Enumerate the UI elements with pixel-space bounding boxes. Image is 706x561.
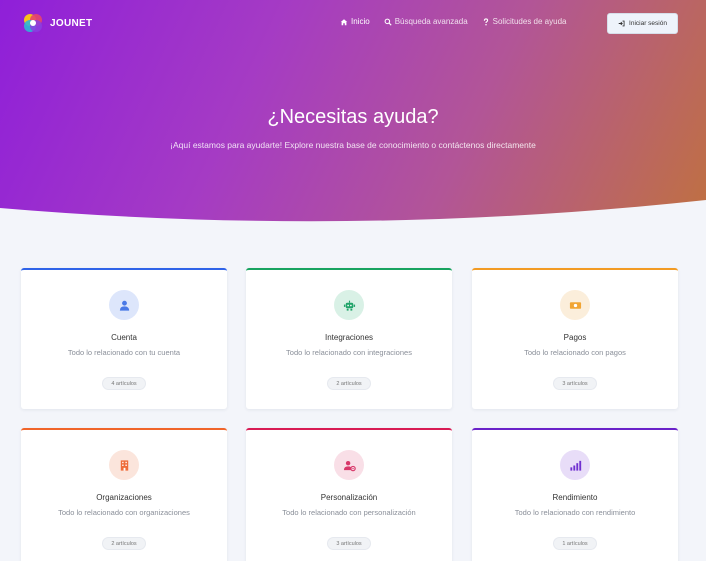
category-icon-wrap (109, 450, 139, 480)
category-description: Todo lo relacionado con tu cuenta (67, 348, 181, 357)
article-count-badge: 4 artículos (102, 377, 146, 390)
user-icon (119, 300, 129, 311)
category-icon-wrap (560, 290, 590, 320)
category-title: Organizaciones (96, 493, 152, 502)
page-title: ¿Necesitas ayuda? (267, 106, 439, 128)
category-icon-wrap (334, 450, 364, 480)
category-description: Todo lo relacionado con rendimiento (514, 508, 636, 517)
category-card-integraciones[interactable]: Integraciones Todo lo relacionado con in… (246, 268, 452, 409)
nav-link-busqueda[interactable]: Búsqueda avanzada (384, 17, 468, 26)
sign-in-icon (618, 20, 625, 27)
category-title: Integraciones (324, 333, 374, 342)
category-card-organizaciones[interactable]: Organizaciones Todo lo relacionado con o… (21, 428, 227, 561)
category-description: Todo lo relacionado con personalización (282, 508, 416, 517)
category-icon-wrap (334, 290, 364, 320)
category-icon-wrap (109, 290, 139, 320)
nav-link-solicitudes[interactable]: Solicitudes de ayuda (482, 17, 567, 26)
login-button[interactable]: Iniciar sesión (607, 13, 678, 34)
brand-logo[interactable]: JOUNET (22, 12, 92, 34)
nav-link-label: Búsqueda avanzada (394, 17, 468, 26)
question-icon (483, 17, 488, 25)
article-count-badge: 2 artículos (102, 537, 146, 550)
building-icon (120, 459, 128, 471)
category-icon-wrap (560, 450, 590, 480)
hero-wave (0, 200, 706, 240)
brand-name: JOUNET (50, 17, 93, 29)
category-card-pagos[interactable]: Pagos Todo lo relacionado con pagos 3 ar… (472, 268, 678, 409)
nav-link-label: Inicio (351, 17, 370, 26)
category-card-rendimiento[interactable]: Rendimiento Todo lo relacionado con rend… (472, 428, 678, 561)
page-subtitle: ¡Aquí estamos para ayudarte! Explore nue… (170, 140, 536, 150)
category-card-personalizacion[interactable]: Personalización Todo lo relacionado con … (246, 428, 452, 561)
category-title: Pagos (563, 333, 587, 342)
user-gear-icon (343, 460, 356, 471)
category-description: Todo lo relacionado con integraciones (286, 348, 412, 357)
home-icon (340, 18, 348, 25)
article-count-badge: 2 artículos (327, 377, 371, 390)
category-title: Rendimiento (552, 493, 598, 502)
article-count-badge: 3 artículos (327, 537, 371, 550)
article-count-badge: 3 artículos (553, 377, 597, 390)
money-icon (569, 301, 581, 309)
category-title: Cuenta (111, 333, 137, 342)
nav-link-inicio[interactable]: Inicio (340, 17, 370, 26)
login-label: Iniciar sesión (629, 20, 667, 27)
category-description: Todo lo relacionado con organizaciones (58, 508, 190, 517)
category-card-cuenta[interactable]: Cuenta Todo lo relacionado con tu cuenta… (21, 268, 227, 409)
nav-links: Inicio Búsqueda avanzada Solicitudes de … (340, 17, 566, 26)
category-description: Todo lo relacionado con pagos (524, 348, 626, 357)
category-title: Personalización (320, 493, 378, 502)
hero-section: JOUNET Inicio Búsqueda avanzada Solicitu… (0, 0, 706, 240)
robot-icon (343, 300, 355, 311)
nav-link-label: Solicitudes de ayuda (492, 17, 567, 26)
signal-icon (569, 460, 581, 471)
search-icon (384, 18, 392, 26)
logo-mark-icon (24, 14, 42, 32)
article-count-badge: 1 artículos (553, 537, 597, 550)
